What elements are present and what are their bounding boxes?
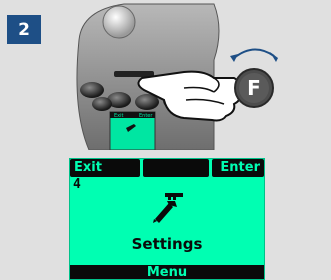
svg-text:Exit: Exit bbox=[114, 113, 124, 119]
softkey-exit[interactable]: Exit bbox=[70, 159, 140, 177]
softkey-middle[interactable] bbox=[143, 159, 209, 177]
step-number-badge: 2 bbox=[7, 15, 41, 44]
meter-press-f-illustration: Exit Enter F bbox=[76, 3, 278, 150]
wrench-settings-icon bbox=[153, 193, 183, 223]
svg-text:Enter: Enter bbox=[139, 113, 153, 119]
screen-number: 4 bbox=[73, 177, 81, 192]
instruction-panel: 2 Exit Enter F Exit Enter 4 Settings Men… bbox=[0, 0, 331, 280]
softkey-menu[interactable]: Menu bbox=[70, 265, 264, 280]
light-sensor-dome bbox=[102, 5, 136, 39]
lcd-screen: Exit Enter 4 Settings Menu bbox=[69, 158, 265, 280]
svg-text:F: F bbox=[247, 76, 261, 100]
softkey-bar: Exit Enter bbox=[70, 159, 264, 177]
softkey-enter[interactable]: Enter bbox=[212, 159, 264, 177]
rotate-arrow-icon bbox=[233, 48, 275, 59]
screen-title: Settings bbox=[131, 235, 203, 253]
